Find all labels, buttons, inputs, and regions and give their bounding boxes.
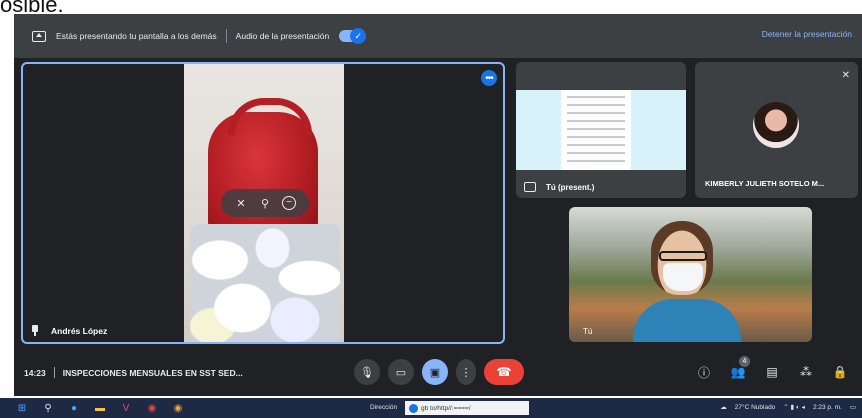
address-label: Dirección xyxy=(370,404,398,411)
chrome-icon[interactable]: ◉ xyxy=(144,401,160,415)
bottles-image xyxy=(190,224,340,342)
windows-taskbar: ⊞ ⚲ ● ▬ V ◉ ◉ Dirección gb to/http//:===… xyxy=(0,398,862,418)
visio-icon[interactable]: V xyxy=(118,401,134,415)
address-value: gb to/http//:====/ xyxy=(421,404,471,412)
phone-hangup-icon: ☎ xyxy=(496,365,512,379)
meet-window: Estás presentando tu pantalla a los demá… xyxy=(14,14,862,396)
present-button[interactable]: ▣ xyxy=(422,359,448,385)
self-video xyxy=(633,221,741,342)
host-controls-button[interactable]: 🔒 xyxy=(830,362,850,382)
presentation-thumbnail xyxy=(516,90,686,170)
check-icon: ✓ xyxy=(350,28,367,44)
clock[interactable]: 2:23 p. m. xyxy=(813,404,842,411)
screen: osible. Estás presentando tu pantalla a … xyxy=(0,0,862,418)
chat-icon: ▤ xyxy=(766,365,778,379)
mic-off-icon: ✕ xyxy=(841,70,850,81)
meeting-info: 14:23 INSPECCIONES MENSUALES EN SST SED.… xyxy=(24,367,243,378)
self-label: Tú xyxy=(583,327,593,336)
people-icon: 👥 xyxy=(730,365,746,379)
notifications-icon[interactable]: ▭ xyxy=(850,403,856,411)
participant-name-text: Andrés López xyxy=(51,325,108,336)
more-options-icon[interactable]: ••• xyxy=(481,70,497,86)
meeting-time: 14:23 xyxy=(24,367,46,378)
edge-icon[interactable]: ● xyxy=(66,401,82,415)
divider xyxy=(225,29,227,43)
document-page xyxy=(561,90,631,170)
participant-video: ✕ ⚲ − xyxy=(184,64,344,342)
participant-tile-kimberly[interactable]: ✕ KIMBERLY JULIETH SOTELO M... xyxy=(695,62,858,198)
camera-button[interactable]: ▭ xyxy=(388,359,414,385)
present-screen-icon: ▣ xyxy=(429,366,441,379)
address-bar[interactable]: gb to/http//:====/ xyxy=(405,401,529,415)
search-icon[interactable]: ⚲ xyxy=(40,401,56,415)
lock-icon: 🔒 xyxy=(832,365,848,379)
tray-icons[interactable]: ⌃ ▮ ◐ ◂ xyxy=(783,403,805,411)
remove-icon[interactable]: − xyxy=(282,196,296,210)
meeting-title: INSPECCIONES MENSUALES EN SST SED... xyxy=(62,367,243,378)
tile-hover-controls: ✕ ⚲ − xyxy=(221,189,309,217)
call-controls: 🎙 ▭ ▣ ⋮ ☎ xyxy=(354,359,524,385)
more-vert-icon: ⋮ xyxy=(460,366,472,379)
meeting-tools: ⓘ 👥 4 ▤ ⁂ 🔒 xyxy=(694,356,850,382)
pin-icon[interactable]: ⚲ xyxy=(258,196,272,210)
mic-off-icon[interactable]: ✕ xyxy=(234,196,248,210)
presentation-tile[interactable]: Tú (present.) xyxy=(516,62,686,198)
activities-icon: ⁂ xyxy=(800,365,812,379)
present-screen-icon xyxy=(524,182,536,192)
more-options-button[interactable]: ⋮ xyxy=(456,359,476,385)
avatar xyxy=(753,102,799,148)
presenting-banner: Estás presentando tu pantalla a los demá… xyxy=(14,14,862,58)
info-icon: ⓘ xyxy=(697,365,710,380)
backpack-image xyxy=(208,98,318,242)
weather-text[interactable]: 27°C Nublado xyxy=(735,404,776,411)
stop-presenting-button[interactable]: Detener la presentación xyxy=(762,29,852,39)
divider xyxy=(53,367,55,378)
control-bar: 14:23 INSPECCIONES MENSUALES EN SST SED.… xyxy=(14,352,862,396)
file-explorer-icon[interactable]: ▬ xyxy=(92,401,108,415)
camera-icon: ▭ xyxy=(395,366,407,379)
participant-name: Andrés López xyxy=(31,325,107,336)
people-count-badge: 4 xyxy=(739,356,750,367)
present-screen-icon xyxy=(32,30,46,42)
audio-toggle[interactable]: ✓ xyxy=(339,28,367,44)
microphone-button[interactable]: 🎙 xyxy=(354,359,380,385)
activities-button[interactable]: ⁂ xyxy=(796,362,816,382)
presentation-label-text: Tú (present.) xyxy=(546,182,595,192)
info-button[interactable]: ⓘ xyxy=(694,362,714,382)
self-view-tile[interactable]: Tú xyxy=(569,207,812,342)
chrome-active-icon[interactable]: ◉ xyxy=(170,401,186,415)
people-button[interactable]: 👥 4 xyxy=(728,356,750,382)
system-tray: ☁ 27°C Nublado ⌃ ▮ ◐ ◂ 2:23 p. m. ▭ xyxy=(720,403,856,412)
audio-label: Audio de la presentación xyxy=(235,31,330,41)
presentation-label: Tú (present.) xyxy=(524,182,594,192)
chat-button[interactable]: ▤ xyxy=(762,362,782,382)
weather-icon: ☁ xyxy=(720,404,727,411)
google-icon xyxy=(409,403,418,413)
end-call-button[interactable]: ☎ xyxy=(484,359,524,385)
pinned-icon xyxy=(31,325,39,336)
presenting-message: Estás presentando tu pantalla a los demá… xyxy=(56,31,217,41)
microphone-icon: 🎙 xyxy=(360,366,374,379)
windows-start-icon[interactable]: ⊞ xyxy=(14,401,30,415)
participant-name: KIMBERLY JULIETH SOTELO M... xyxy=(705,179,825,188)
participant-tile-main[interactable]: ✕ ⚲ − ••• Andrés López xyxy=(21,62,505,344)
